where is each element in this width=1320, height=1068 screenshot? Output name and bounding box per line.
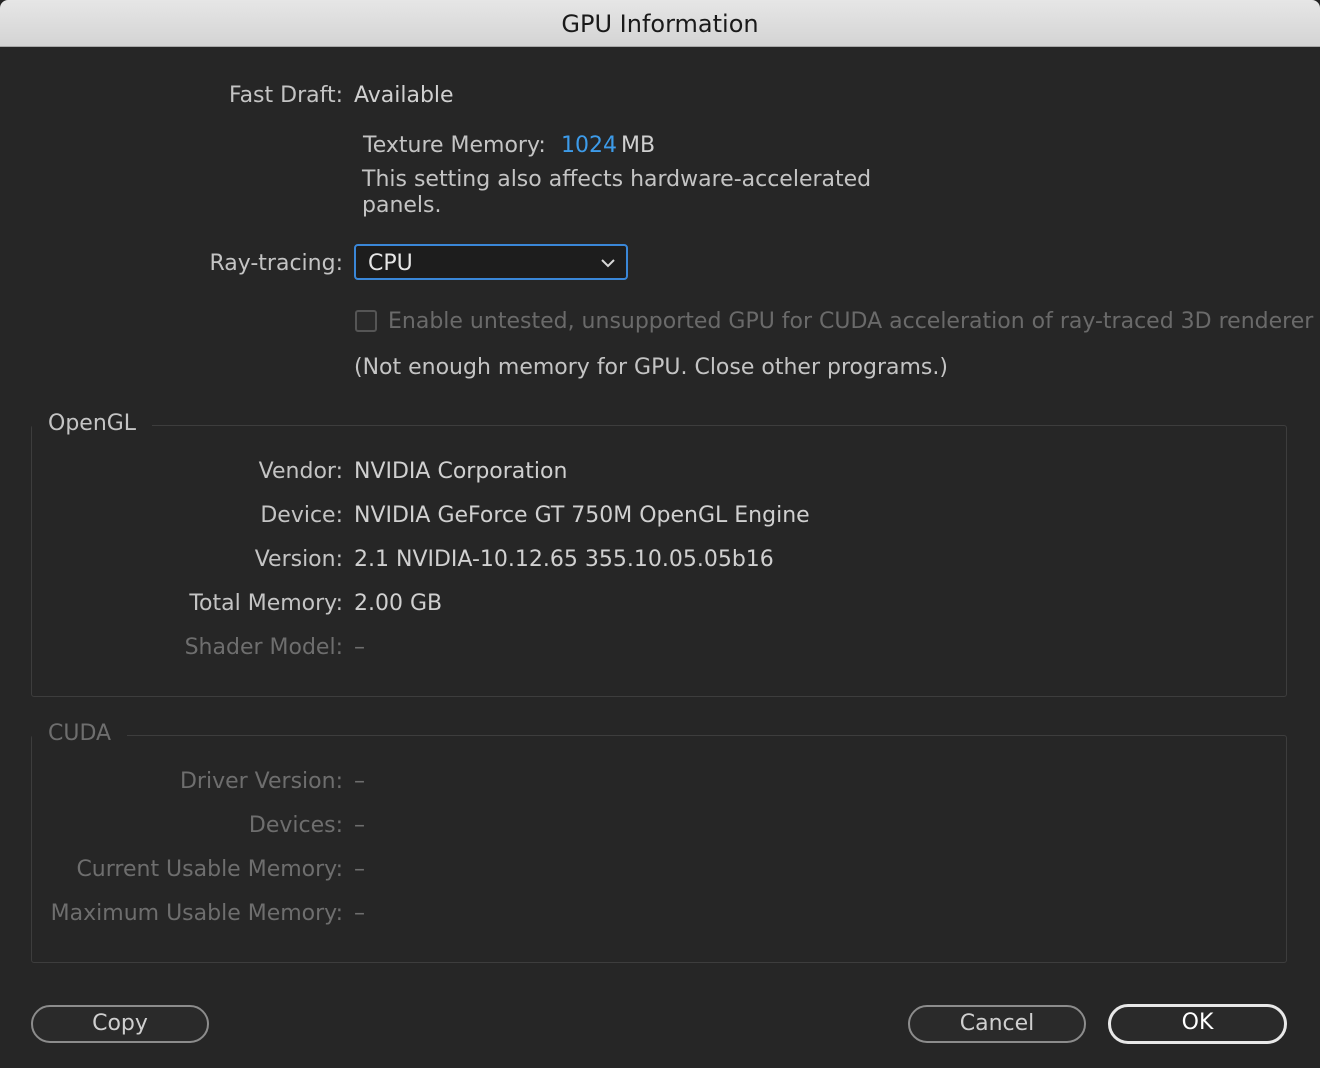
texture-memory-value[interactable]: 1024 [561,133,617,158]
ok-button[interactable]: OK [1108,1004,1287,1044]
ray-tracing-label: Ray-tracing: [209,251,343,276]
ray-tracing-dropdown[interactable]: CPU [354,244,628,280]
cuda-current-usable-memory-value: – [354,857,365,882]
fast-draft-value: Available [354,83,454,108]
cuda-devices-value: – [354,813,365,838]
memory-warning-note: (Not enough memory for GPU. Close other … [354,355,948,380]
opengl-total-memory-label: Total Memory: [189,591,343,616]
gpu-information-dialog: GPU Information Fast Draft: Available Te… [0,0,1320,1068]
opengl-device-label: Device: [260,503,343,528]
window-title: GPU Information [0,0,1320,47]
cuda-maximum-usable-memory-value: – [354,901,365,926]
opengl-device-value: NVIDIA GeForce GT 750M OpenGL Engine [354,503,810,528]
cuda-acceleration-checkbox-label: Enable untested, unsupported GPU for CUD… [388,309,1314,334]
opengl-vendor-label: Vendor: [258,459,343,484]
cuda-group-title: CUDA [32,721,128,746]
cancel-button[interactable]: Cancel [908,1005,1086,1043]
opengl-shader-model-label: Shader Model: [184,635,343,660]
texture-memory-unit: MB [621,133,656,158]
chevron-down-icon [601,259,615,268]
opengl-total-memory-value: 2.00 GB [354,591,443,616]
texture-memory-note-line1: This setting also affects hardware-accel… [362,167,872,192]
cuda-current-usable-memory-label: Current Usable Memory: [76,857,343,882]
ray-tracing-selected: CPU [368,251,413,276]
opengl-vendor-value: NVIDIA Corporation [354,459,568,484]
fast-draft-label: Fast Draft: [228,83,343,108]
cuda-driver-version-value: – [354,769,365,794]
cuda-devices-label: Devices: [248,813,343,838]
texture-memory-note-line2: panels. [362,193,442,218]
copy-button[interactable]: Copy [31,1005,209,1043]
cuda-acceleration-checkbox[interactable] [355,310,377,332]
texture-memory-label: Texture Memory: [363,133,546,158]
cuda-maximum-usable-memory-label: Maximum Usable Memory: [50,901,343,926]
cuda-driver-version-label: Driver Version: [179,769,343,794]
opengl-shader-model-value: – [354,635,365,660]
opengl-version-label: Version: [254,547,343,572]
opengl-group-title: OpenGL [32,411,153,436]
opengl-version-value: 2.1 NVIDIA-10.12.65 355.10.05.05b16 [354,547,774,572]
